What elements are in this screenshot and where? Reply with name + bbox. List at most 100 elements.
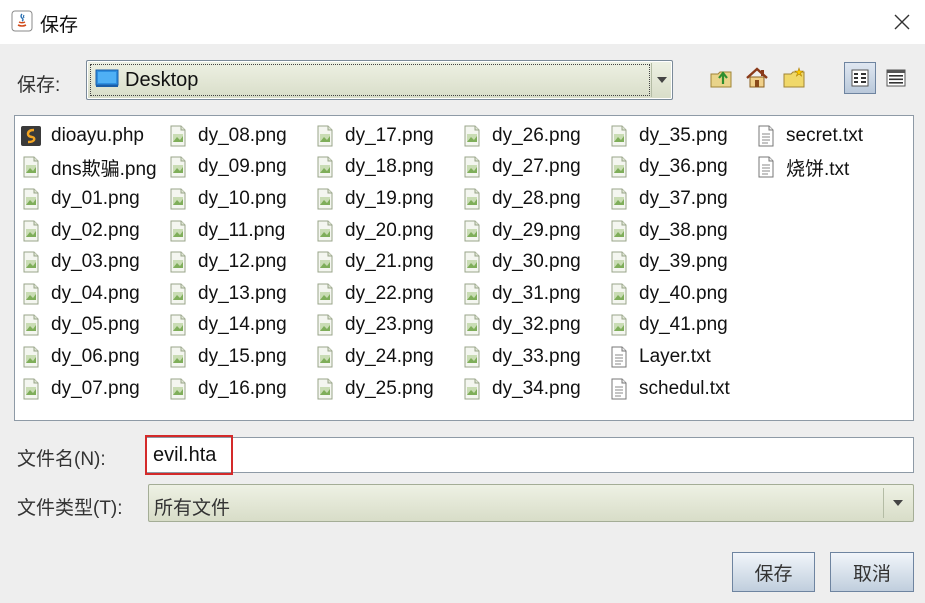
file-item[interactable]: dy_15.png bbox=[166, 341, 313, 373]
look-in-combo[interactable]: Desktop bbox=[86, 60, 673, 100]
file-name-input[interactable] bbox=[146, 437, 914, 473]
file-item[interactable]: dy_35.png bbox=[607, 120, 754, 152]
file-item[interactable]: dy_39.png bbox=[607, 246, 754, 278]
list-view-button[interactable] bbox=[844, 62, 876, 94]
png-file-icon bbox=[460, 250, 484, 274]
file-item-label: dy_41.png bbox=[639, 314, 728, 336]
file-item[interactable]: dy_23.png bbox=[313, 310, 460, 342]
file-item[interactable]: dy_11.png bbox=[166, 215, 313, 247]
file-item[interactable]: dy_26.png bbox=[460, 120, 607, 152]
file-item[interactable]: dy_37.png bbox=[607, 183, 754, 215]
file-item-label: dy_11.png bbox=[198, 219, 286, 241]
file-item-label: dy_16.png bbox=[198, 377, 287, 399]
file-item[interactable]: dy_34.png bbox=[460, 373, 607, 405]
file-item[interactable]: dy_04.png bbox=[19, 278, 166, 310]
png-file-icon bbox=[19, 313, 43, 337]
file-item-label: dy_20.png bbox=[345, 219, 434, 241]
file-item[interactable]: dy_05.png bbox=[19, 310, 166, 342]
file-list[interactable]: dioayu.php dns欺骗.png dy_01.png dy_02.png dy_… bbox=[14, 115, 914, 421]
details-view-button[interactable] bbox=[880, 62, 912, 94]
file-item-label: dy_03.png bbox=[51, 251, 140, 273]
php-file-icon bbox=[19, 124, 43, 148]
file-item-label: dy_02.png bbox=[51, 219, 140, 241]
file-item[interactable]: dy_41.png bbox=[607, 310, 754, 342]
file-item[interactable]: dy_21.png bbox=[313, 246, 460, 278]
file-item[interactable]: dy_25.png bbox=[313, 373, 460, 405]
file-item[interactable]: 烧饼.txt bbox=[754, 152, 901, 184]
png-file-icon bbox=[313, 219, 337, 243]
file-item[interactable]: dy_06.png bbox=[19, 341, 166, 373]
file-item[interactable]: dy_28.png bbox=[460, 183, 607, 215]
png-file-icon bbox=[460, 219, 484, 243]
file-item[interactable]: dy_10.png bbox=[166, 183, 313, 215]
file-item-label: dy_10.png bbox=[198, 187, 287, 209]
png-file-icon bbox=[166, 313, 190, 337]
file-item[interactable]: dy_03.png bbox=[19, 246, 166, 278]
png-file-icon bbox=[19, 282, 43, 306]
file-item[interactable]: dy_13.png bbox=[166, 278, 313, 310]
file-item[interactable]: dy_30.png bbox=[460, 246, 607, 278]
file-item[interactable]: dy_02.png bbox=[19, 215, 166, 247]
png-file-icon bbox=[313, 282, 337, 306]
file-name-label: 文件名(N): bbox=[17, 449, 106, 470]
file-item[interactable]: dy_36.png bbox=[607, 152, 754, 184]
file-item[interactable]: dy_14.png bbox=[166, 310, 313, 342]
file-item[interactable]: dy_09.png bbox=[166, 152, 313, 184]
file-item[interactable]: dy_16.png bbox=[166, 373, 313, 405]
file-item[interactable]: dns欺骗.png bbox=[19, 152, 166, 184]
file-item[interactable]: dy_33.png bbox=[460, 341, 607, 373]
close-button[interactable] bbox=[879, 0, 925, 44]
txt-file-icon bbox=[754, 155, 778, 179]
file-item[interactable]: dy_40.png bbox=[607, 278, 754, 310]
file-item[interactable]: dy_17.png bbox=[313, 120, 460, 152]
file-item-label: 烧饼.txt bbox=[786, 158, 850, 180]
file-item-label: dy_15.png bbox=[198, 345, 287, 367]
file-item[interactable]: dy_12.png bbox=[166, 246, 313, 278]
file-item-label: dy_13.png bbox=[198, 282, 287, 304]
file-item-label: schedul.txt bbox=[639, 377, 730, 399]
file-item[interactable]: dy_27.png bbox=[460, 152, 607, 184]
file-item[interactable]: dy_18.png bbox=[313, 152, 460, 184]
save-button[interactable]: 保存 bbox=[732, 552, 815, 592]
png-file-icon bbox=[313, 345, 337, 369]
file-item-label: secret.txt bbox=[786, 124, 864, 146]
file-item[interactable]: dy_31.png bbox=[460, 278, 607, 310]
file-item-label: dy_01.png bbox=[51, 187, 140, 209]
png-file-icon bbox=[460, 187, 484, 211]
png-file-icon bbox=[166, 282, 190, 306]
file-item[interactable]: schedul.txt bbox=[607, 373, 754, 405]
file-item[interactable]: dy_24.png bbox=[313, 341, 460, 373]
file-item-label: dy_14.png bbox=[198, 314, 287, 336]
file-item[interactable]: dy_20.png bbox=[313, 215, 460, 247]
up-one-level-button[interactable] bbox=[708, 64, 736, 92]
file-list-grid: dioayu.php dns欺骗.png dy_01.png dy_02.png dy_… bbox=[19, 120, 901, 404]
file-item[interactable]: dy_19.png bbox=[313, 183, 460, 215]
file-item[interactable]: dy_32.png bbox=[460, 310, 607, 342]
png-file-icon bbox=[19, 155, 43, 179]
cancel-button[interactable]: 取消 bbox=[830, 552, 914, 592]
home-button[interactable] bbox=[743, 64, 771, 92]
file-item-label: dy_25.png bbox=[345, 377, 434, 399]
file-item[interactable]: dy_08.png bbox=[166, 120, 313, 152]
look-in-value: Desktop bbox=[125, 68, 199, 91]
file-item[interactable]: secret.txt bbox=[754, 120, 901, 152]
file-item[interactable]: dy_07.png bbox=[19, 373, 166, 405]
close-icon bbox=[894, 14, 910, 30]
file-item[interactable]: dy_01.png bbox=[19, 183, 166, 215]
png-file-icon bbox=[607, 187, 631, 211]
file-item[interactable]: dy_22.png bbox=[313, 278, 460, 310]
png-file-icon bbox=[607, 282, 631, 306]
file-item[interactable]: dioayu.php bbox=[19, 120, 166, 152]
file-item-label: dy_40.png bbox=[639, 282, 728, 304]
file-item-label: dy_32.png bbox=[492, 314, 581, 336]
chevron-down-icon[interactable] bbox=[883, 488, 911, 518]
png-file-icon bbox=[166, 377, 190, 401]
png-file-icon bbox=[166, 187, 190, 211]
new-folder-button[interactable] bbox=[781, 64, 809, 92]
file-item[interactable]: Layer.txt bbox=[607, 341, 754, 373]
file-type-combo[interactable]: 所有文件 bbox=[148, 484, 914, 522]
file-item[interactable]: dy_29.png bbox=[460, 215, 607, 247]
file-item[interactable]: dy_38.png bbox=[607, 215, 754, 247]
chevron-down-icon[interactable] bbox=[651, 63, 671, 97]
png-file-icon bbox=[607, 155, 631, 179]
